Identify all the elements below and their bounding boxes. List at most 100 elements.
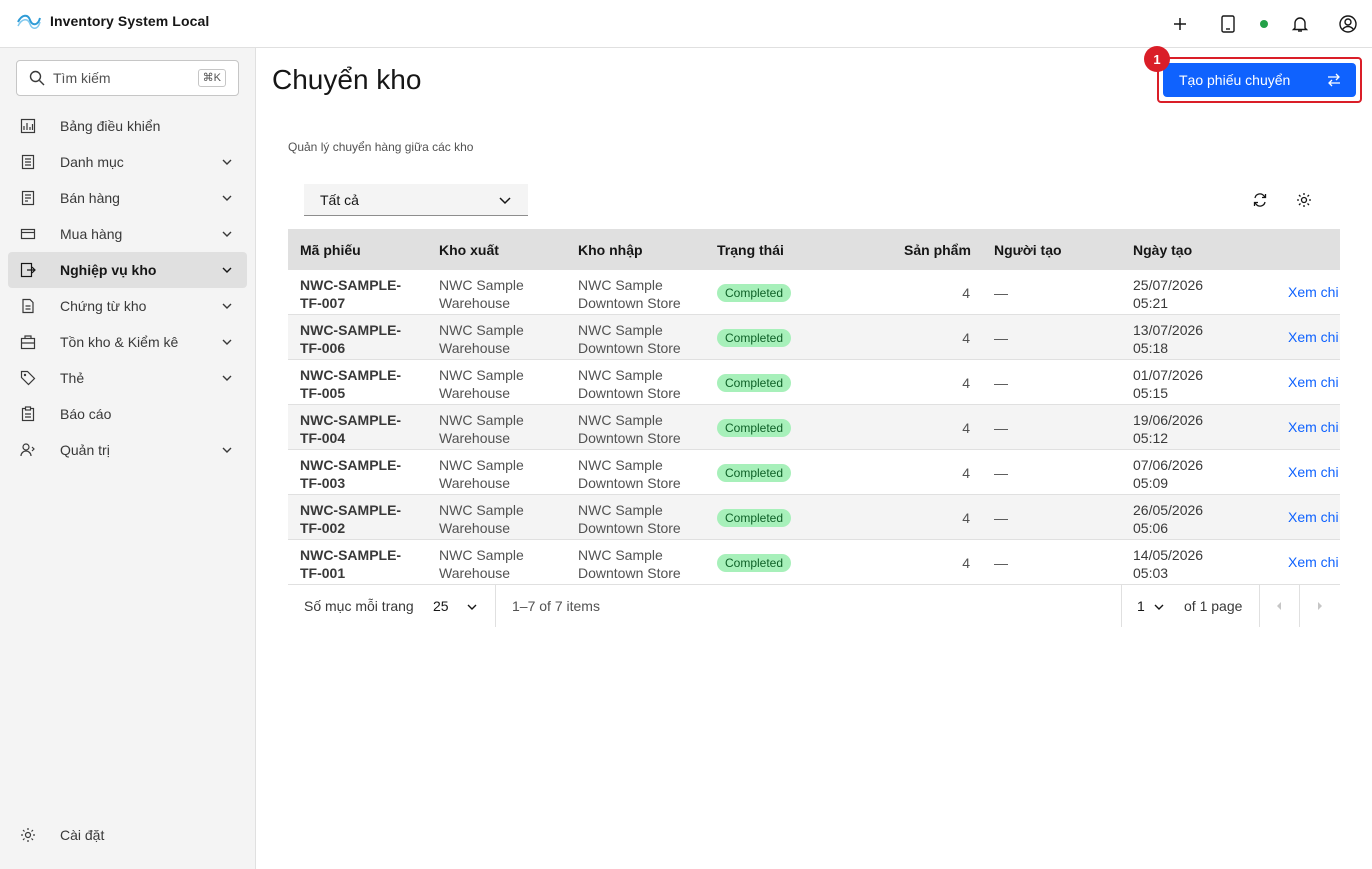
sidebar-item-warehouse-ops[interactable]: Nghiệp vụ kho bbox=[8, 252, 247, 288]
source-warehouse: NWC Sample Warehouse bbox=[439, 366, 524, 402]
transfer-code-line2: TF-002 bbox=[300, 520, 346, 536]
sidebar-item-reports[interactable]: Báo cáo bbox=[8, 396, 247, 432]
destination-line2: Downtown Store bbox=[578, 475, 681, 491]
page-title: Chuyển kho bbox=[272, 64, 422, 95]
table-row[interactable]: NWC-SAMPLE- TF-003 NWC Sample Warehouse NWC … bbox=[288, 450, 1340, 495]
chevron-down-icon bbox=[222, 303, 232, 309]
sidebar-item-tags[interactable]: Thẻ bbox=[8, 360, 247, 396]
transfer-code: NWC-SAMPLE- TF-004 bbox=[300, 411, 401, 447]
sidebar: Tìm kiếm ⌘K Bảng điều khiển Danh mục Bán… bbox=[0, 48, 256, 869]
destination-line1: NWC Sample bbox=[578, 502, 663, 518]
transfer-code-line2: TF-005 bbox=[300, 385, 346, 401]
sidebar-item-catalog[interactable]: Danh mục bbox=[8, 144, 247, 180]
created-date-day: 19/06/2026 bbox=[1133, 412, 1204, 428]
chevron-down-icon bbox=[499, 197, 511, 205]
table-settings-button[interactable] bbox=[1292, 188, 1316, 212]
sidebar-item-documents[interactable]: Chứng từ kho bbox=[8, 288, 247, 324]
pagination: Số mục mỗi trang 25 1–7 of 7 items 1 of … bbox=[288, 585, 1340, 627]
destination-line1: NWC Sample bbox=[578, 547, 663, 563]
creator: — bbox=[994, 330, 1008, 346]
product-count: 4 bbox=[962, 465, 970, 481]
items-range: 1–7 of 7 items bbox=[512, 598, 600, 614]
view-details-link[interactable]: Xem chi tiết bbox=[1288, 509, 1340, 525]
view-details-link[interactable]: Xem chi tiết bbox=[1288, 464, 1340, 480]
created-date: 01/07/2026 05:15 bbox=[1133, 366, 1203, 402]
purchase-icon bbox=[20, 228, 36, 240]
sidebar-item-label: Quản trị bbox=[60, 442, 110, 458]
table-row[interactable]: NWC-SAMPLE- TF-001 NWC Sample Warehouse NWC … bbox=[288, 540, 1340, 585]
refresh-button[interactable] bbox=[1248, 188, 1272, 212]
created-date: 07/06/2026 05:09 bbox=[1133, 456, 1203, 492]
created-date-time: 05:15 bbox=[1133, 385, 1169, 401]
caret-left-icon bbox=[1277, 602, 1281, 610]
product-count: 4 bbox=[962, 330, 970, 346]
table-row[interactable]: NWC-SAMPLE- TF-007 NWC Sample Warehouse NWC … bbox=[288, 270, 1340, 315]
sidebar-item-label: Bảng điều khiển bbox=[60, 118, 161, 134]
add-icon[interactable] bbox=[1168, 12, 1192, 36]
source-line2: Warehouse bbox=[439, 520, 511, 536]
source-warehouse: NWC Sample Warehouse bbox=[439, 321, 524, 357]
product-count: 4 bbox=[962, 555, 970, 571]
total-pages: of 1 page bbox=[1184, 598, 1243, 614]
destination-line2: Downtown Store bbox=[578, 430, 681, 446]
items-per-page-label: Số mục mỗi trang bbox=[304, 598, 414, 614]
column-header-from[interactable]: Kho xuất bbox=[439, 242, 499, 258]
transfer-code-line2: TF-007 bbox=[300, 295, 346, 311]
table-row[interactable]: NWC-SAMPLE- TF-006 NWC Sample Warehouse NWC … bbox=[288, 315, 1340, 360]
table-row[interactable]: NWC-SAMPLE- TF-005 NWC Sample Warehouse NWC … bbox=[288, 360, 1340, 405]
source-line2: Warehouse bbox=[439, 295, 511, 311]
created-date-day: 26/05/2026 bbox=[1133, 502, 1204, 518]
transfer-code-line1: NWC-SAMPLE- bbox=[300, 412, 402, 428]
column-header-creator[interactable]: Người tạo bbox=[994, 242, 1062, 258]
view-details-link[interactable]: Xem chi tiết bbox=[1288, 374, 1340, 390]
chevron-down-icon bbox=[222, 195, 232, 201]
view-details-link[interactable]: Xem chi tiết bbox=[1288, 284, 1340, 300]
sidebar-item-dashboard[interactable]: Bảng điều khiển bbox=[8, 108, 247, 144]
chevron-down-icon bbox=[222, 231, 232, 237]
page-select[interactable]: 1 bbox=[1137, 598, 1145, 614]
tablet-icon[interactable] bbox=[1216, 12, 1240, 36]
notification-icon[interactable] bbox=[1288, 12, 1312, 36]
column-header-date[interactable]: Ngày tạo bbox=[1133, 242, 1192, 258]
view-details-link[interactable]: Xem chi tiết bbox=[1288, 419, 1340, 435]
created-date: 26/05/2026 05:06 bbox=[1133, 501, 1203, 537]
creator: — bbox=[994, 375, 1008, 391]
sidebar-item-inventory[interactable]: Tồn kho & Kiểm kê bbox=[8, 324, 247, 360]
view-details-link[interactable]: Xem chi tiết bbox=[1288, 329, 1340, 345]
created-date-time: 05:06 bbox=[1133, 520, 1169, 536]
sidebar-item-sales[interactable]: Bán hàng bbox=[8, 180, 247, 216]
chevron-down-icon bbox=[222, 159, 232, 165]
next-page-button[interactable] bbox=[1300, 585, 1340, 627]
status-badge: Completed bbox=[717, 329, 792, 347]
sidebar-item-settings[interactable]: Cài đặt bbox=[8, 817, 247, 853]
chevron-down-icon bbox=[1154, 604, 1164, 610]
column-header-code[interactable]: Mã phiếu bbox=[300, 242, 361, 258]
search-input[interactable]: Tìm kiếm ⌘K bbox=[16, 60, 239, 96]
user-avatar-icon[interactable] bbox=[1336, 12, 1360, 36]
table-row[interactable]: NWC-SAMPLE- TF-004 NWC Sample Warehouse NWC … bbox=[288, 405, 1340, 450]
chevron-down-icon bbox=[222, 267, 232, 273]
source-line2: Warehouse bbox=[439, 385, 511, 401]
sales-icon bbox=[21, 190, 35, 206]
destination-warehouse: NWC Sample Downtown Store bbox=[578, 501, 681, 537]
table-header: Mã phiếu Kho xuất Kho nhập Trạng thái Sả… bbox=[288, 229, 1340, 270]
table-row[interactable]: NWC-SAMPLE- TF-002 NWC Sample Warehouse NWC … bbox=[288, 495, 1340, 540]
transfer-code-line2: TF-006 bbox=[300, 340, 346, 356]
column-header-products[interactable]: Sản phẩm bbox=[904, 242, 971, 258]
dashboard-icon bbox=[20, 118, 36, 134]
sidebar-item-admin[interactable]: Quản trị bbox=[8, 432, 247, 468]
column-header-to[interactable]: Kho nhập bbox=[578, 242, 643, 258]
created-date-time: 05:03 bbox=[1133, 565, 1169, 581]
create-transfer-button[interactable]: Tạo phiếu chuyển bbox=[1163, 63, 1356, 97]
sidebar-item-label: Bán hàng bbox=[60, 190, 120, 206]
view-details-link[interactable]: Xem chi tiết bbox=[1288, 554, 1340, 570]
page-size-select[interactable]: 25 bbox=[433, 598, 449, 614]
column-header-status[interactable]: Trạng thái bbox=[717, 242, 784, 258]
source-warehouse: NWC Sample Warehouse bbox=[439, 501, 524, 537]
search-shortcut: ⌘K bbox=[197, 69, 226, 87]
transfer-code: NWC-SAMPLE- TF-007 bbox=[300, 276, 401, 312]
prev-page-button[interactable] bbox=[1259, 585, 1299, 627]
sidebar-item-purchase[interactable]: Mua hàng bbox=[8, 216, 247, 252]
created-date-time: 05:18 bbox=[1133, 340, 1169, 356]
status-filter-dropdown[interactable]: Tất cả bbox=[304, 184, 528, 216]
